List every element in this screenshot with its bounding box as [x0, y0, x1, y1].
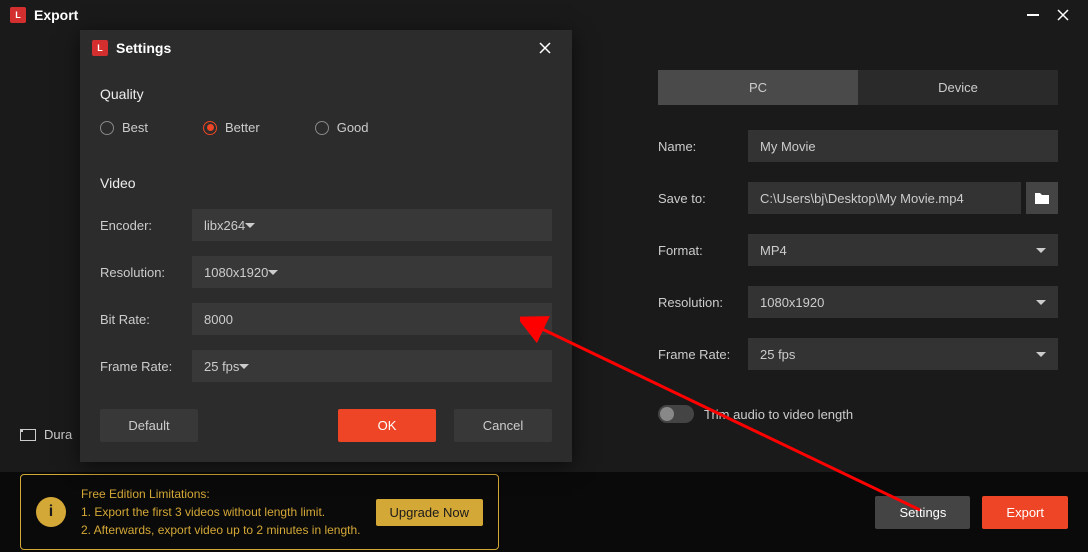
- resolution-select-dlg[interactable]: 1080x1920: [192, 256, 552, 288]
- tab-pc[interactable]: PC: [658, 70, 858, 105]
- label-bit-rate: Bit Rate:: [100, 312, 192, 327]
- minimize-button[interactable]: [1018, 5, 1048, 25]
- label-name: Name:: [658, 139, 748, 154]
- label-encoder: Encoder:: [100, 218, 192, 233]
- frame-rate-select[interactable]: 25 fps: [748, 338, 1058, 370]
- browse-folder-button[interactable]: [1026, 182, 1058, 214]
- radio-best[interactable]: Best: [100, 120, 148, 135]
- settings-button[interactable]: Settings: [875, 496, 970, 529]
- encoder-select[interactable]: libx264: [192, 209, 552, 241]
- resolution-select[interactable]: 1080x1920: [748, 286, 1058, 318]
- ok-button[interactable]: OK: [338, 409, 436, 442]
- tab-device[interactable]: Device: [858, 70, 1058, 105]
- label-resolution: Resolution:: [658, 295, 748, 310]
- radio-better[interactable]: Better: [203, 120, 260, 135]
- format-select[interactable]: MP4: [748, 234, 1058, 266]
- dialog-title: Settings: [116, 40, 171, 56]
- section-quality: Quality: [100, 86, 552, 102]
- default-button[interactable]: Default: [100, 409, 198, 442]
- save-to-input[interactable]: [748, 182, 1021, 214]
- app-logo-icon: L: [92, 40, 108, 56]
- settings-dialog: L Settings Quality Best Better Good Vide…: [80, 30, 572, 462]
- label-save-to: Save to:: [658, 191, 748, 206]
- limitations-box: i Free Edition Limitations: 1. Export th…: [20, 474, 499, 550]
- close-button[interactable]: [1048, 5, 1078, 25]
- chevron-down-icon: [1036, 300, 1046, 305]
- export-button[interactable]: Export: [982, 496, 1068, 529]
- chevron-down-icon: [1036, 352, 1046, 357]
- chevron-down-icon: [239, 364, 249, 369]
- label-format: Format:: [658, 243, 748, 258]
- dialog-close-button[interactable]: [530, 38, 560, 58]
- label-frame-rate-dlg: Frame Rate:: [100, 359, 192, 374]
- limitations-heading: Free Edition Limitations:: [81, 485, 361, 503]
- label-resolution-dlg: Resolution:: [100, 265, 192, 280]
- name-input[interactable]: [748, 130, 1058, 162]
- label-frame-rate: Frame Rate:: [658, 347, 748, 362]
- chevron-down-icon: [1036, 248, 1046, 253]
- section-video: Video: [100, 175, 552, 191]
- chevron-down-icon: [245, 223, 255, 228]
- upgrade-button[interactable]: Upgrade Now: [376, 499, 484, 526]
- frame-rate-select-dlg[interactable]: 25 fps: [192, 350, 552, 382]
- trim-audio-label: Trim audio to video length: [704, 407, 853, 422]
- radio-good[interactable]: Good: [315, 120, 369, 135]
- window-title: Export: [34, 7, 78, 23]
- film-icon: [20, 429, 36, 441]
- limitations-line1: 1. Export the first 3 videos without len…: [81, 503, 361, 521]
- limitations-line2: 2. Afterwards, export video up to 2 minu…: [81, 521, 361, 539]
- trim-audio-toggle[interactable]: [658, 405, 694, 423]
- chevron-down-icon: [268, 270, 278, 275]
- cancel-button[interactable]: Cancel: [454, 409, 552, 442]
- info-icon: i: [36, 497, 66, 527]
- bit-rate-input[interactable]: [192, 303, 552, 335]
- duration-label: Dura: [44, 427, 72, 442]
- app-logo-icon: L: [10, 7, 26, 23]
